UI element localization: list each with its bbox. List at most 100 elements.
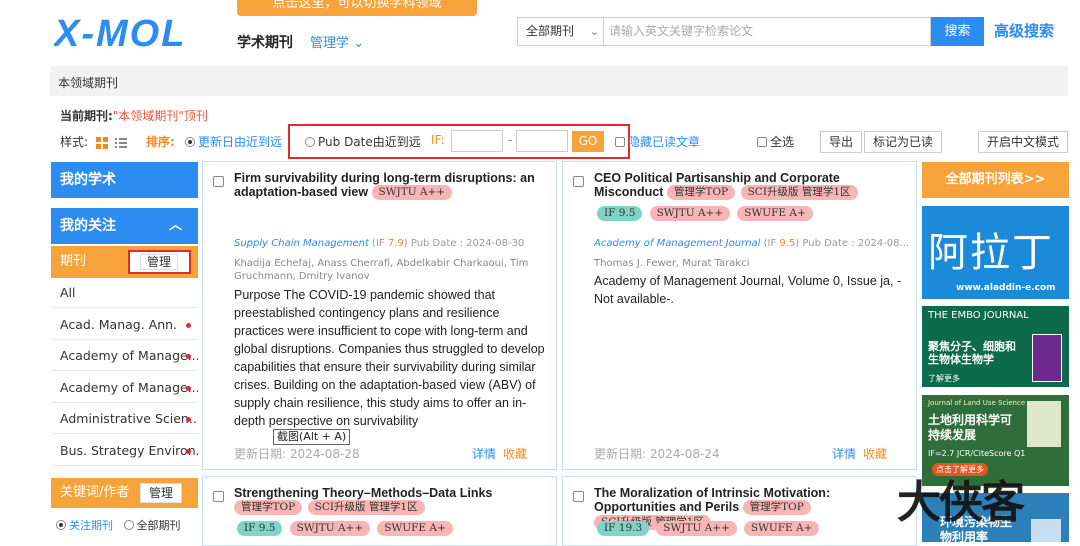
article-card: Strengthening Theory–Methods–Data Links … <box>202 476 557 546</box>
current-journal: 当前期刊:"本领域期刊"顶刊 <box>60 109 208 123</box>
tag-row: IF 9.5 SWJTU A++ SWUFE A+ <box>597 202 815 221</box>
article-checkbox[interactable] <box>213 491 224 502</box>
update-date: 更新日期: 2024-08-28 <box>234 447 360 461</box>
embo-ad[interactable]: THE EMBO JOURNAL 聚焦分子、细胞和生物体生物学 了解更多 <box>922 306 1069 387</box>
journal-link[interactable]: Academy of Management Journal <box>594 238 760 249</box>
favorite-link[interactable]: 收藏 <box>503 445 527 462</box>
article-abstract: Purpose The COVID-19 pandemic showed tha… <box>234 288 545 428</box>
article-checkbox[interactable] <box>573 491 584 502</box>
search-button[interactable]: 搜索 <box>931 17 984 46</box>
unread-dot <box>186 449 191 454</box>
ad-more: 了解更多 <box>928 374 960 383</box>
article-checkbox[interactable] <box>573 176 584 187</box>
detail-link[interactable]: 详情 <box>472 445 496 462</box>
journal-type-select[interactable]: 全部期刊 ⌄ <box>517 17 604 46</box>
if-min-input[interactable] <box>451 130 503 152</box>
tag-row: IF 19.3 SWJTU A++ SWUFE A+ <box>597 517 821 536</box>
ad-metrics: IF=2.7 JCR/CiteScore Q1 <box>928 449 1026 458</box>
select-all-checkbox[interactable]: 全选 <box>757 133 794 150</box>
radio-icon <box>123 520 134 530</box>
if-tag: IF 19.3 <box>597 521 650 536</box>
go-button[interactable]: GO <box>572 131 604 152</box>
sidebar-journal-item[interactable]: Academy of Manage... <box>51 341 198 371</box>
unread-dot <box>186 323 191 328</box>
xmol-logo[interactable]: X-MOL <box>54 14 232 50</box>
sort-update-radio[interactable]: 更新日由近到远 <box>185 133 282 150</box>
sidebar-journal-item[interactable]: Acad. Manag. Ann. <box>51 310 198 340</box>
tag-row: IF 9.5 SWJTU A++ SWUFE A+ <box>237 517 455 536</box>
keyword-manage-button[interactable]: 管理 <box>140 483 182 503</box>
rank-tag: SWUFE A+ <box>743 521 820 536</box>
ad-text: 土地利用科学可持续发展 <box>928 413 1013 442</box>
if-label: IF: <box>431 133 445 147</box>
unread-dot <box>186 417 191 422</box>
rank-tag: SWJTU A++ <box>289 521 371 536</box>
screenshot-tooltip: 截图(Alt + A) <box>273 429 351 445</box>
ad-brand: THE EMBO JOURNAL <box>928 310 1029 321</box>
mark-read-button[interactable]: 标记为已读 <box>864 131 943 153</box>
favorite-link[interactable]: 收藏 <box>863 445 887 462</box>
field-tooltip: 点击这里，可以切换学科领域 <box>237 0 477 16</box>
sidebar-journal-item[interactable]: Administrative Scien... <box>51 404 198 434</box>
breadcrumb: 本领域期刊 <box>58 76 119 90</box>
sort-pubdate-radio[interactable]: Pub Date由近到远 <box>305 133 421 150</box>
search-input[interactable]: 请输入英文关键字检索论文 <box>603 17 931 46</box>
detail-link[interactable]: 详情 <box>832 445 856 462</box>
sidebar-journal-all[interactable]: All <box>51 278 198 308</box>
sort-label: 排序: <box>146 135 175 149</box>
journal-cover-image <box>1032 334 1062 382</box>
sidebar-journal-item[interactable]: Bus. Strategy Environ... <box>51 436 198 466</box>
export-button[interactable]: 导出 <box>820 131 863 153</box>
chevron-down-icon: ⌄ <box>353 36 365 51</box>
field-selector[interactable]: 管理学 ⌄ <box>310 32 364 51</box>
unread-dot <box>186 386 191 391</box>
rank-tag: SCI升级版 管理学1区 <box>740 185 858 200</box>
ad-journal: Journal of Land Use Science <box>928 399 1026 407</box>
rank-tag: SWUFE A+ <box>737 206 813 221</box>
journal-cover-image <box>1027 401 1061 447</box>
article-meta: Supply Chain Management (IF 7.9) Pub Dat… <box>234 238 525 249</box>
follow-journals-radio[interactable]: 关注期刊 <box>56 519 113 532</box>
ad-url: www.aladdin-e.com <box>956 283 1056 293</box>
rank-tag: SCI升级版 管理学1区 <box>307 500 425 515</box>
rank-tag: 管理学TOP <box>234 500 303 515</box>
all-journals-list-button[interactable]: 全部期刊列表>> <box>922 162 1069 198</box>
all-journals-radio[interactable]: 全部期刊 <box>123 519 181 532</box>
brand-label: 学术期刊 <box>237 35 293 51</box>
aladdin-ad[interactable]: 阿拉丁 www.aladdin-e.com <box>922 206 1069 299</box>
chevron-down-icon: ⌄ <box>589 25 599 38</box>
journal-manage-button[interactable]: 管理 <box>128 250 191 274</box>
article-abstract: Academy of Management Journal, Volume 0,… <box>594 274 902 306</box>
article-card: Firm survivability during long-term disr… <box>202 161 557 470</box>
list-view-icon[interactable] <box>115 134 127 148</box>
chevron-up-icon[interactable]: ︿ <box>169 208 182 244</box>
article-title[interactable]: Firm survivability during long-term disr… <box>234 171 549 200</box>
rank-tag: 管理学TOP <box>666 185 736 200</box>
article-title[interactable]: CEO Political Partisanship and Corporate… <box>594 171 909 200</box>
grid-view-icon[interactable] <box>96 134 108 149</box>
article-checkbox[interactable] <box>213 176 224 187</box>
if-tag: IF 9.5 <box>597 206 643 221</box>
if-tag: IF 9.5 <box>237 521 283 536</box>
advanced-search-link[interactable]: 高级搜索 <box>994 20 1054 41</box>
keyword-scope-radios: 关注期刊 全部期刊 <box>56 517 181 533</box>
hide-read-checkbox[interactable]: 隐藏已读文章 <box>615 133 700 150</box>
rank-tag: SWUFE A+ <box>377 521 453 536</box>
my-academic-header[interactable]: 我的学术 <box>51 162 198 198</box>
current-journal-value: "本领域期刊"顶刊 <box>112 109 208 123</box>
rank-tag: SWJTU A++ <box>649 206 731 221</box>
ad-text: 聚焦分子、细胞和生物体生物学 <box>928 340 1016 366</box>
rank-tag: SWJTU A++ <box>371 185 453 200</box>
ad-text: 阿拉丁 <box>928 230 1054 276</box>
journal-link[interactable]: Supply Chain Management <box>234 238 369 249</box>
my-follow-header[interactable]: 我的关注 ︿ <box>51 208 198 244</box>
rank-tag: SWJTU A++ <box>656 521 737 536</box>
if-max-input[interactable] <box>516 130 568 152</box>
article-title[interactable]: Strengthening Theory–Methods–Data Links … <box>234 486 549 515</box>
checkbox-icon <box>757 137 767 147</box>
style-label: 样式: <box>60 135 89 149</box>
article-card: The Moralization of Intrinsic Motivation… <box>562 476 917 546</box>
sidebar-journal-item[interactable]: Academy of Manage... <box>51 373 198 403</box>
watermark: 大侠客 <box>897 477 1025 528</box>
chinese-mode-button[interactable]: 开启中文模式 <box>978 131 1069 153</box>
